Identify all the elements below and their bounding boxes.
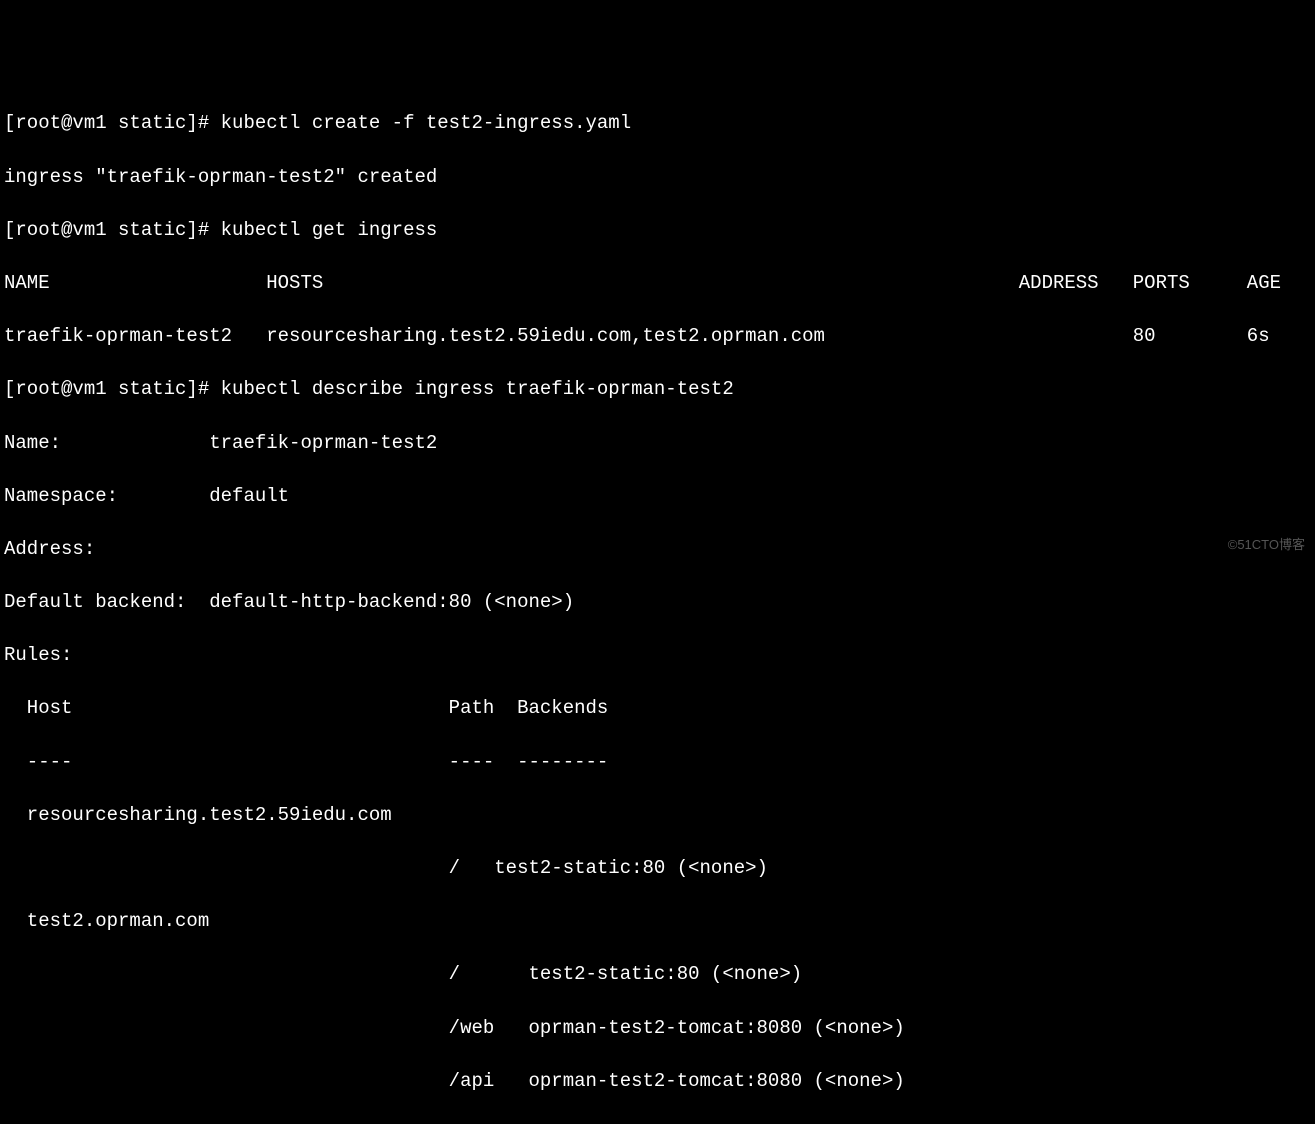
terminal-line-host-2-path-3: /api oprman-test2-tomcat:8080 (<none>)	[4, 1068, 1311, 1095]
terminal-line-command-describe: [root@vm1 static]# kubectl describe ingr…	[4, 376, 1311, 403]
terminal-line-host-2: test2.oprman.com	[4, 908, 1311, 935]
terminal-line-rules-label: Rules:	[4, 642, 1311, 669]
terminal-line-command-get: [root@vm1 static]# kubectl get ingress	[4, 217, 1311, 244]
terminal-line-rules-divider: ---- ---- --------	[4, 749, 1311, 776]
terminal-line-host-1: resourcesharing.test2.59iedu.com	[4, 802, 1311, 829]
terminal-line-name-field: Name: traefik-oprman-test2	[4, 430, 1311, 457]
terminal-line-table-row: traefik-oprman-test2 resourcesharing.tes…	[4, 323, 1311, 350]
terminal-line-namespace-field: Namespace: default	[4, 483, 1311, 510]
terminal-line-host-2-path-1: / test2-static:80 (<none>)	[4, 961, 1311, 988]
terminal-line-command-create: [root@vm1 static]# kubectl create -f tes…	[4, 110, 1311, 137]
terminal-line-table-header: NAME HOSTS ADDRESS PORTS AGE	[4, 270, 1311, 297]
terminal-line-host-1-path-1: / test2-static:80 (<none>)	[4, 855, 1311, 882]
watermark-text: ©51CTO博客	[1228, 536, 1305, 554]
terminal-line-host-2-path-2: /web oprman-test2-tomcat:8080 (<none>)	[4, 1015, 1311, 1042]
terminal-line-annotations-field: Annotations:	[4, 1121, 1311, 1124]
terminal-line-rules-header: Host Path Backends	[4, 695, 1311, 722]
terminal-line-address-field: Address:	[4, 536, 1311, 563]
terminal-line-default-backend-field: Default backend: default-http-backend:80…	[4, 589, 1311, 616]
terminal-line-output-created: ingress "traefik-oprman-test2" created	[4, 164, 1311, 191]
